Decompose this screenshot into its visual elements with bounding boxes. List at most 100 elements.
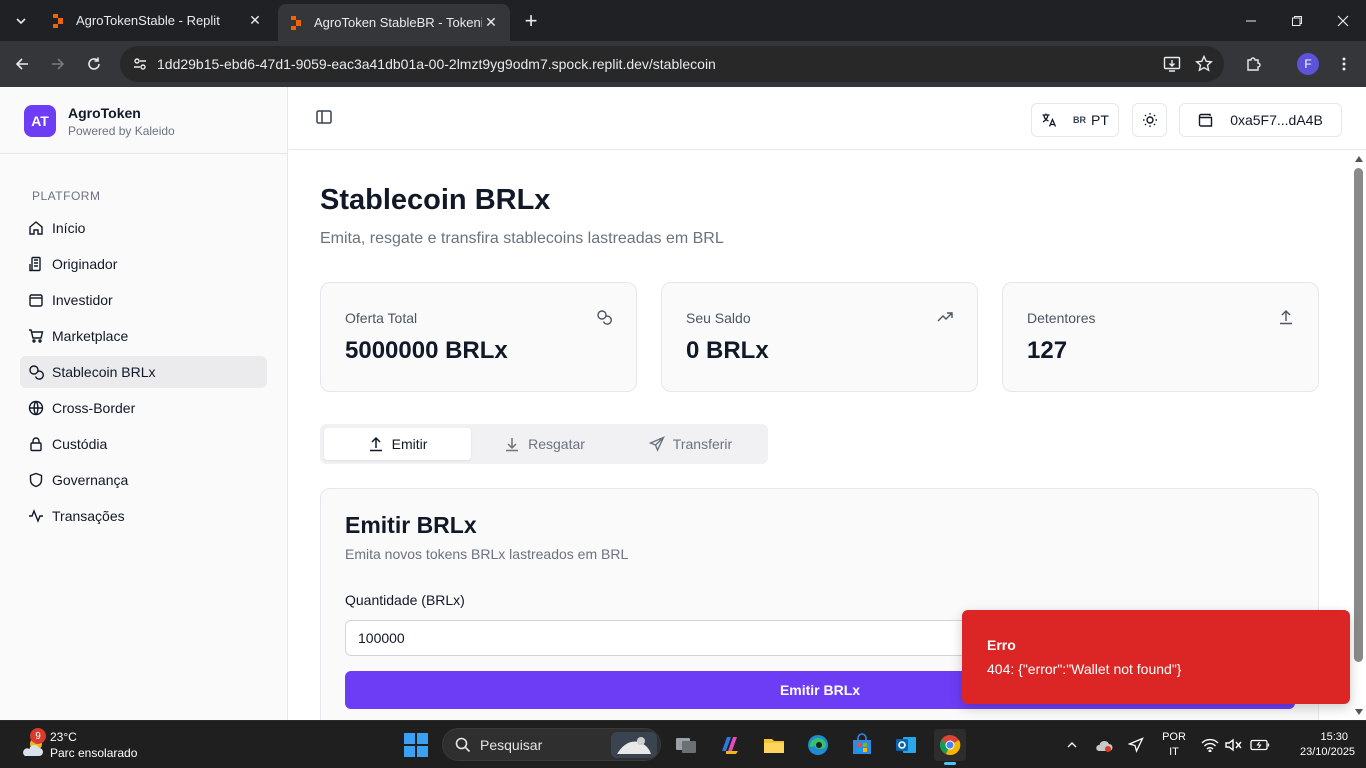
profile-avatar[interactable]: F [1297,53,1319,75]
sidebar-item-cross-border[interactable]: Cross-Border [20,392,267,424]
sidebar-item-stablecoin[interactable]: Stablecoin BRLx [20,356,267,388]
page-scrollbar[interactable] [1352,150,1366,720]
weather-temperature: 23°C [50,730,77,744]
tab-label: Resgatar [528,436,585,452]
store-app[interactable] [846,729,878,761]
browser-toolbar: 1dd29b15-ebd6-47d1-9059-eac3a41db01a-00-… [0,41,1366,87]
language-code: PT [1091,112,1109,128]
cart-icon [28,328,44,344]
wallet-button[interactable]: 0xa5F7...dA4B [1179,103,1342,137]
taskbar-clock[interactable]: 15:30 23/10/2025 [1300,730,1355,760]
input-language[interactable]: POR IT [1160,730,1188,760]
chevron-up-icon [1067,742,1077,748]
extensions-button[interactable] [1240,50,1268,78]
wallet-icon [28,292,44,308]
sidebar-item-label: Custódia [52,436,108,452]
sidebar-item-transacoes[interactable]: Transações [20,500,267,532]
sidebar-item-governanca[interactable]: Governança [20,464,267,496]
active-indicator [944,762,956,765]
replit-icon [53,13,63,28]
store-icon [853,733,871,754]
location-tray[interactable] [1126,735,1146,755]
language-line-2: IT [1169,746,1179,758]
back-button[interactable] [8,50,36,78]
form-title: Emitir BRLx [345,512,477,538]
scroll-up-arrow[interactable] [1354,154,1364,164]
windows-start-icon[interactable] [404,733,428,757]
file-explorer-app[interactable] [758,729,790,761]
volume-tray[interactable] [1224,735,1244,755]
tray-overflow-button[interactable] [1062,735,1082,755]
error-toast[interactable]: Erro 404: {"error":"Wallet not found"} [962,610,1350,704]
outlook-app[interactable] [890,729,922,761]
m365-icon [722,737,738,754]
page-title: Stablecoin BRLx [320,184,551,216]
sidebar-item-label: Investidor [52,292,113,308]
address-bar[interactable]: 1dd29b15-ebd6-47d1-9059-eac3a41db01a-00-… [120,46,1224,82]
weather-widget[interactable]: 9 23°C Parc ensolarado [16,728,166,762]
bookmark-button[interactable] [1192,52,1216,76]
weather-description: Parc ensolarado [50,746,138,760]
home-icon [28,220,44,236]
sidebar-item-marketplace[interactable]: Marketplace [20,320,267,352]
onedrive-tray[interactable] [1094,735,1114,755]
new-tab-button[interactable]: + [518,8,544,34]
url-path: /stablecoin [648,56,716,72]
battery-charging-icon [1250,739,1270,751]
sidebar-group-label: PLATFORM [32,189,101,203]
sidebar-item-originador[interactable]: Originador [20,248,267,280]
browser-tab-agrotoken[interactable]: AgroToken StableBR - Tokenização ✕ [278,4,510,41]
scroll-thumb[interactable] [1354,168,1363,662]
shield-icon [28,472,44,488]
forward-button[interactable] [44,50,72,78]
site-info-button[interactable] [128,52,152,76]
battery-tray[interactable] [1250,735,1270,755]
wifi-tray[interactable] [1200,735,1220,755]
sidebar-item-label: Início [52,220,86,236]
close-icon [1337,15,1349,26]
tab-search-button[interactable] [8,8,34,34]
close-window-button[interactable] [1320,0,1366,41]
tab-resgatar[interactable]: Resgatar [471,428,618,460]
browser-tab-replit[interactable]: AgroTokenStable - Replit ✕ [40,4,274,37]
taskbar-search[interactable]: Pesquisar [442,728,661,761]
tab-transferir[interactable]: Transferir [617,428,764,460]
triangle-up-icon [1355,156,1363,162]
folder-icon [764,739,784,753]
language-switcher[interactable]: BR PT [1031,103,1119,137]
sidebar-item-investidor[interactable]: Investidor [20,284,267,316]
sidebar-item-inicio[interactable]: Início [20,212,267,244]
send-icon [648,436,665,452]
minimize-button[interactable] [1228,0,1274,41]
m365-app[interactable] [714,729,746,761]
wallet-icon [1198,113,1213,127]
scroll-down-arrow[interactable] [1354,707,1364,717]
brand-name: AgroToken [68,105,141,121]
reload-button[interactable] [80,50,108,78]
restore-button[interactable] [1274,0,1320,41]
edge-app[interactable] [802,729,834,761]
arrow-left-icon [15,58,28,70]
tab-emitir[interactable]: Emitir [324,428,471,460]
panel-left-icon [316,110,332,124]
theme-toggle-button[interactable] [1132,103,1167,137]
app-header: BR PT 0xa5F7...dA4B [289,87,1366,150]
close-tab-icon[interactable]: ✕ [246,12,264,30]
url-text: 1dd29b15-ebd6-47d1-9059-eac3a41db01a-00-… [157,56,716,72]
task-view-icon [676,738,696,753]
chrome-app[interactable] [934,729,966,765]
upload-icon [369,436,382,452]
stat-label: Detentores [1027,310,1096,326]
task-view-app[interactable] [670,729,702,761]
search-placeholder: Pesquisar [480,737,543,753]
sidebar-toggle-button[interactable] [315,108,335,128]
install-app-button[interactable] [1160,52,1184,76]
replit-icon [291,15,301,30]
sidebar-item-custodia[interactable]: Custódia [20,428,267,460]
stat-card-oferta-total: Oferta Total 5000000 BRLx [320,282,637,392]
download-icon [506,438,519,452]
url-host: 1dd29b15-ebd6-47d1-9059-eac3a41db01a-00-… [157,56,649,72]
close-tab-icon[interactable]: ✕ [482,14,500,32]
star-icon [1195,55,1213,72]
browser-menu-button[interactable] [1330,50,1358,78]
